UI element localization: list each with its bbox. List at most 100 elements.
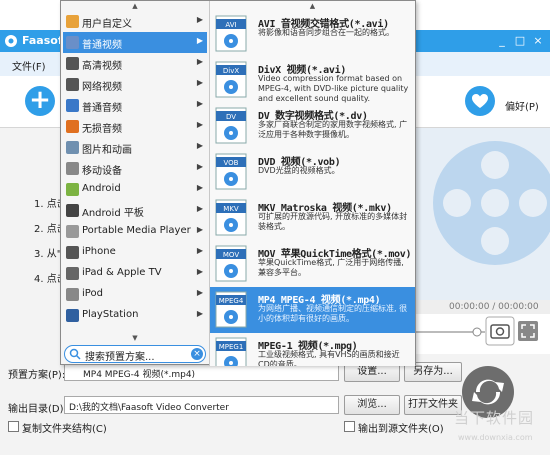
category-item[interactable]: 普通音频 ▶ xyxy=(63,95,207,116)
format-item[interactable]: MPEG1 MPEG-1 视频(*.mpg) 工业级视频格式, 具有VHS的画质和接… xyxy=(210,333,415,366)
category-label: iPad & Apple TV xyxy=(82,267,162,278)
format-item[interactable]: AVI AVI 音视频交错格式(*.avi) 将影像和语音同步组合在一起的格式。 xyxy=(210,11,415,57)
format-description: 多家厂商联合制定的家用数字视频格式, 广泛应用于各种数字摄像机。 xyxy=(258,120,408,139)
category-label: 图片和动画 xyxy=(82,145,132,156)
chevron-right-icon: ▶ xyxy=(196,57,203,66)
category-scroll-down-icon[interactable]: ▼ xyxy=(61,333,209,343)
category-item[interactable]: 图片和动画 ▶ xyxy=(63,137,207,158)
file-format-icon: VOB xyxy=(215,153,247,190)
format-item[interactable]: DivX DivX 视频(*.avi) Video compression form… xyxy=(210,57,415,103)
fullscreen-icon[interactable] xyxy=(517,320,539,342)
output-to-source-checkbox[interactable] xyxy=(344,421,355,432)
output-to-source-label: 输出到源文件夹(O) xyxy=(358,424,444,435)
format-list: ▲ AVI AVI 音视频交错格式(*.avi) 将影像和语音同步组合在一起的格式。… xyxy=(209,1,415,366)
watermark-text: 当下软件园 xyxy=(454,409,535,427)
format-item[interactable]: MKV MKV Matroska 视频(*.mkv) 可扩展的开放源代码, 开放标准… xyxy=(210,195,415,241)
android-icon xyxy=(66,183,79,196)
format-badge: MOV xyxy=(223,251,239,259)
category-item[interactable]: Portable Media Player ▶ xyxy=(63,221,207,242)
watermark-logo-icon xyxy=(462,366,514,418)
music-icon xyxy=(66,99,79,112)
search-icon xyxy=(69,348,81,360)
maximize-button[interactable]: □ xyxy=(512,33,528,49)
category-item[interactable]: Android ▶ xyxy=(63,179,207,200)
film-icon xyxy=(66,36,79,49)
category-item[interactable]: iPhone ▶ xyxy=(63,242,207,263)
category-item[interactable]: 移动设备 ▶ xyxy=(63,158,207,179)
chevron-right-icon: ▶ xyxy=(196,267,203,276)
format-badge: MPEG1 xyxy=(219,343,244,351)
close-button[interactable]: × xyxy=(530,33,546,49)
preset-search-input[interactable]: 搜索预置方案... × xyxy=(64,345,206,363)
format-item[interactable]: VOB DVD 视频(*.vob) DVD光盘的视频格式。 xyxy=(210,149,415,195)
category-list: ▲ 用户自定义 ▶ 普通视频 ▶ 高清视频 ▶ 网络视频 ▶ 普通音频 ▶ 无损音频 ▶ 图片和动画 ▶ 移… xyxy=(61,1,209,366)
snapshot-icon[interactable] xyxy=(485,316,515,346)
media-player-icon xyxy=(66,225,79,238)
format-badge: DV xyxy=(226,113,236,121)
format-badge: VOB xyxy=(224,159,239,167)
profile-value: MP4 MPEG-4 视频(*.mp4) xyxy=(83,370,196,380)
profile-label: 预置方案(P): xyxy=(8,370,66,381)
favorites-button[interactable] xyxy=(465,86,495,116)
category-label: Android 平板 xyxy=(82,208,144,219)
volume-slider[interactable] xyxy=(415,326,485,338)
chevron-right-icon: ▶ xyxy=(196,183,203,192)
category-label: 高清视频 xyxy=(82,61,122,72)
category-item[interactable]: Android 平板 ▶ xyxy=(63,200,207,221)
copy-structure-label: 复制文件夹结构(C) xyxy=(22,424,107,435)
format-description: 苹果QuickTime格式, 广泛用于网络传播, 兼容多平台。 xyxy=(258,258,404,277)
chevron-right-icon: ▶ xyxy=(196,162,203,171)
category-item[interactable]: 普通视频 ▶ xyxy=(63,32,207,53)
clear-search-icon[interactable]: × xyxy=(191,348,203,360)
category-item[interactable]: PlayStation ▶ xyxy=(63,305,207,326)
category-label: 网络视频 xyxy=(82,82,122,93)
picture-icon xyxy=(66,141,79,154)
category-item[interactable]: iPad & Apple TV ▶ xyxy=(63,263,207,284)
mobile-icon xyxy=(66,162,79,175)
category-scroll-up-icon[interactable]: ▲ xyxy=(61,1,209,11)
step-3: 3. 从" xyxy=(34,249,62,260)
chevron-right-icon: ▶ xyxy=(196,204,203,213)
category-label: 用户自定义 xyxy=(82,19,132,30)
time-text: 00:00:00 / 00:00:00 xyxy=(449,302,539,312)
iphone-icon xyxy=(66,246,79,259)
playstation-icon xyxy=(66,309,79,322)
menu-file[interactable]: 文件(F) xyxy=(12,58,46,73)
format-item[interactable]: MOV MOV 苹果QuickTime格式(*.mov) 苹果QuickTime格式… xyxy=(210,241,415,287)
format-description: 将影像和语音同步组合在一起的格式。 xyxy=(258,28,394,37)
user-icon xyxy=(66,15,79,28)
player-controls xyxy=(413,314,550,354)
watermark-url: www.downxia.com xyxy=(458,433,533,442)
format-badge: MPEG4 xyxy=(219,297,244,305)
category-item[interactable]: 高清视频 ▶ xyxy=(63,53,207,74)
category-item[interactable]: 网络视频 ▶ xyxy=(63,74,207,95)
chevron-right-icon: ▶ xyxy=(196,141,203,150)
category-label: 普通视频 xyxy=(82,40,122,51)
format-description: 为网络广播、视频通信制定的压缩标准, 很小的体积却有很好的画质。 xyxy=(258,304,408,323)
file-format-icon: MPEG4 xyxy=(215,291,247,328)
minimize-button[interactable]: _ xyxy=(494,33,510,49)
output-directory-field[interactable]: D:\我的文档\Faasoft Video Converter xyxy=(64,396,339,414)
add-file-button[interactable]: + xyxy=(25,86,55,116)
format-scroll-up-icon[interactable]: ▲ xyxy=(210,1,415,11)
search-placeholder: 搜索预置方案... xyxy=(85,352,155,363)
file-format-icon: DV xyxy=(215,107,247,144)
category-item[interactable]: iPod ▶ xyxy=(63,284,207,305)
format-description: 可扩展的开放源代码, 开放标准的多媒体封装格式。 xyxy=(258,212,408,231)
category-label: 无损音频 xyxy=(82,124,122,135)
category-item[interactable]: 用户自定义 ▶ xyxy=(63,11,207,32)
ipod-icon xyxy=(66,288,79,301)
category-item[interactable]: 无损音频 ▶ xyxy=(63,116,207,137)
file-format-icon: MPEG1 xyxy=(215,337,247,366)
format-item[interactable]: MPEG4 MP4 MPEG-4 视频(*.mp4) 为网络广播、视频通信制定的压缩… xyxy=(210,287,415,333)
file-format-icon: MKV xyxy=(215,199,247,236)
format-item[interactable]: DV DV 数字视频格式(*.dv) 多家厂商联合制定的家用数字视频格式, 广泛应用… xyxy=(210,103,415,149)
browse-button[interactable]: 浏览... xyxy=(344,395,400,415)
favorites-label: 偏好(P) xyxy=(505,102,539,113)
category-label: iPhone xyxy=(82,246,116,257)
category-label: iPod xyxy=(82,288,103,299)
chevron-right-icon: ▶ xyxy=(196,120,203,129)
copy-structure-checkbox[interactable] xyxy=(8,421,19,432)
category-label: 普通音频 xyxy=(82,103,122,114)
chevron-right-icon: ▶ xyxy=(196,309,203,318)
